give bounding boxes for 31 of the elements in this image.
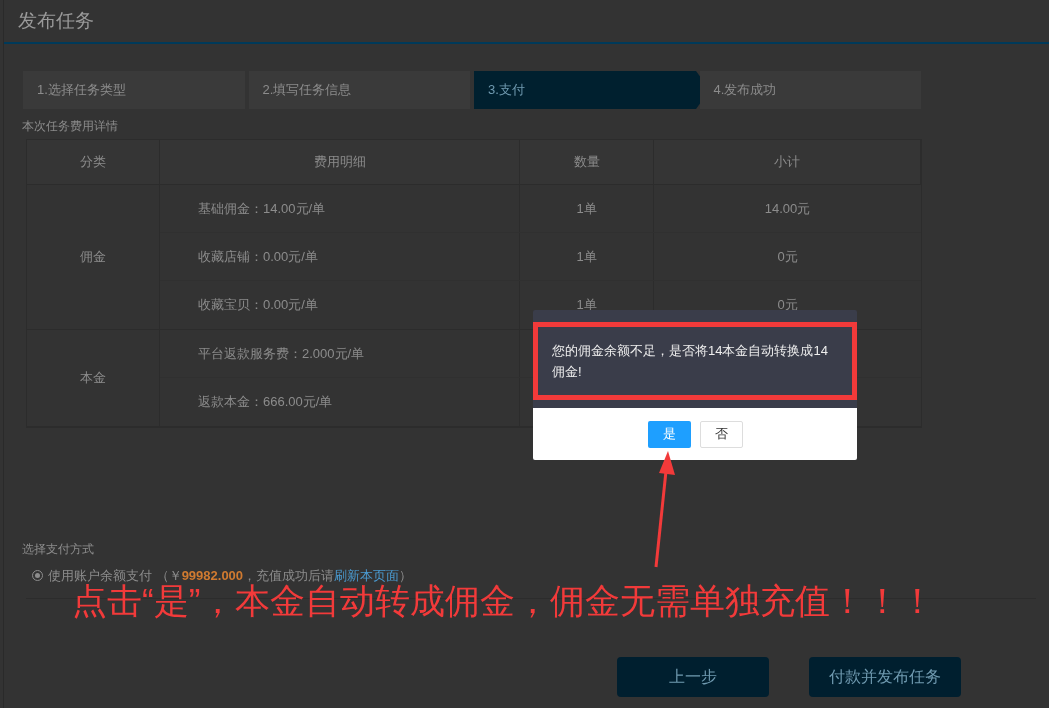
column-header: 分类: [80, 153, 106, 172]
section-title: 本次任务费用详情: [22, 119, 118, 133]
table-cell-text: 本金: [80, 369, 106, 388]
step-tab[interactable]: 1.选择任务类型: [23, 71, 245, 109]
step-button[interactable]: 上一步: [617, 656, 769, 697]
page-title: 发布任务: [18, 8, 94, 33]
section-title: 选择支付方式: [22, 542, 94, 556]
dialog-message: 您的佣金余额不足，是否将14本金自动转换成14佣金!: [552, 342, 829, 381]
column-header: 小计: [774, 153, 800, 172]
payment-option-text: 使用账户余额支付 （￥99982.000，充值成功后请刷新本页面）: [48, 567, 413, 583]
dialog-button[interactable]: 是: [647, 420, 691, 448]
table-cell-text: 1单: [576, 296, 597, 315]
column-header: 费用明细: [313, 153, 366, 172]
table-cell-text: 收藏宝贝：0.00元/单: [198, 296, 318, 315]
table-cell-text: 返款本金：666.00元/单: [198, 393, 333, 412]
step-button[interactable]: 付款并发布任务: [809, 656, 961, 697]
step-tab[interactable]: 4.发布成功: [699, 71, 921, 109]
table-cell-text: 1单: [576, 247, 597, 266]
table-cell-text: 佣金: [80, 248, 106, 267]
dialog-button[interactable]: 否: [699, 420, 743, 448]
table-cell-text: 1单: [576, 199, 597, 218]
annotation-text: 点击“是”，本金自动转成佣金，佣金无需单独充值！！！: [72, 581, 936, 620]
table-cell-text: 0元: [777, 296, 798, 315]
table-cell-text: 14.00元: [764, 199, 811, 218]
refresh-link[interactable]: 刷新本页面: [334, 568, 400, 583]
column-header: 数量: [573, 153, 600, 172]
table-cell-text: 基础佣金：14.00元/单: [198, 199, 326, 218]
table-cell-text: 收藏店铺：0.00元/单: [198, 247, 318, 266]
table-cell-text: 平台返款服务费：2.000元/单: [198, 344, 365, 363]
step-tab[interactable]: 2.填写任务信息: [248, 71, 470, 109]
table-cell-text: 0元: [777, 247, 798, 266]
